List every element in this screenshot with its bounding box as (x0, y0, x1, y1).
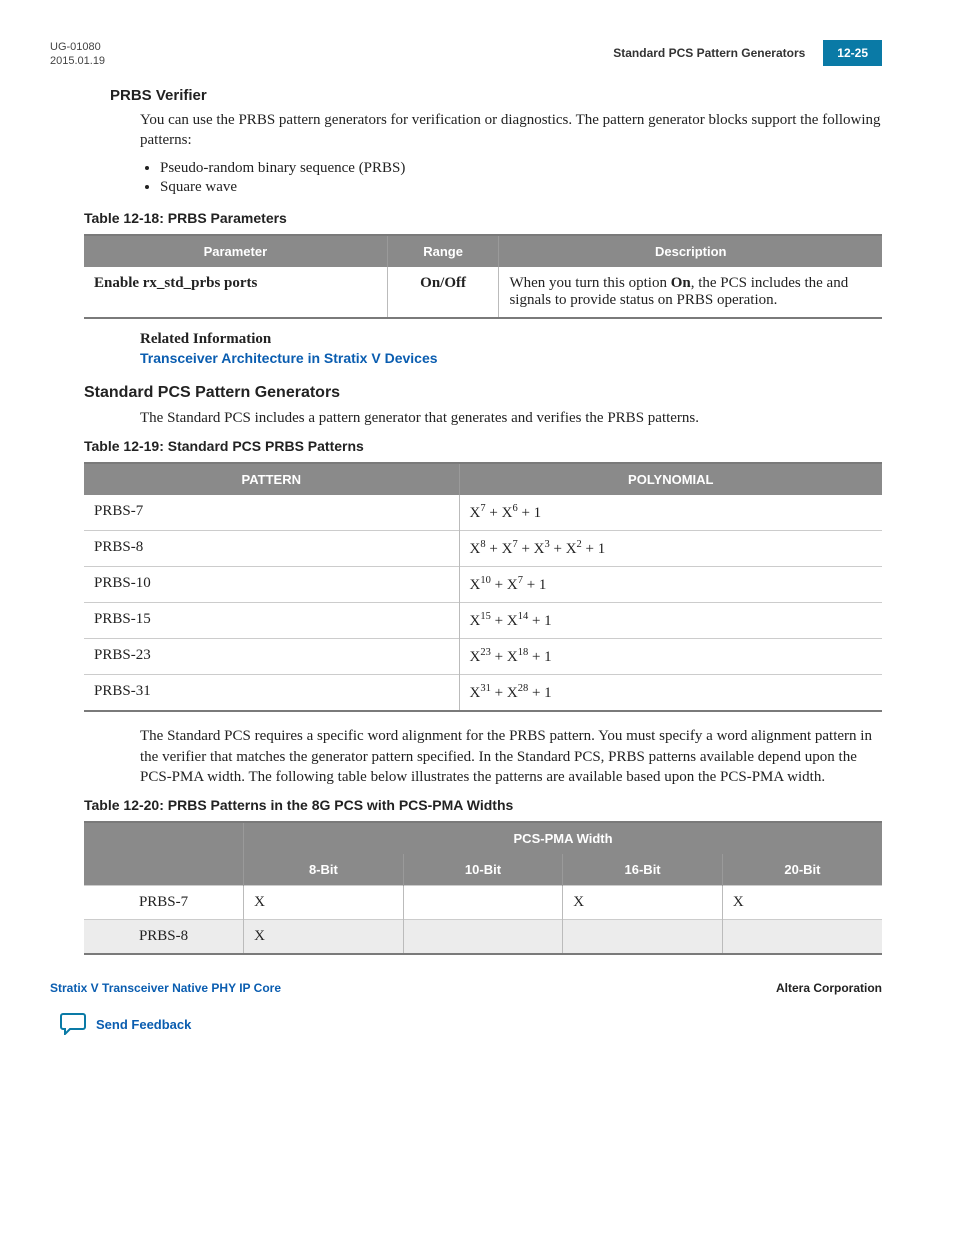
col-8bit: 8-Bit (244, 854, 404, 886)
width-cell (403, 886, 563, 920)
polynomial-cell: X7 + X6 + 1 (459, 495, 882, 531)
related-info-label: Related Information (140, 331, 882, 348)
table-row: Enable rx_std_prbs ports On/Off When you… (84, 267, 882, 318)
table-row: PRBS-10X10 + X7 + 1 (84, 567, 882, 603)
table-20: PCS-PMA Width 8-Bit 10-Bit 16-Bit 20-Bit… (84, 821, 882, 955)
prbs-bullet-list: Pseudo-random binary sequence (PRBS) Squ… (160, 160, 882, 196)
table-row: PRBS-15X15 + X14 + 1 (84, 603, 882, 639)
width-cell: X (244, 920, 404, 955)
col-parameter: Parameter (84, 235, 387, 267)
table-row: PRBS-23X23 + X18 + 1 (84, 639, 882, 675)
doc-id: UG-01080 (50, 40, 105, 54)
pattern-cell: PRBS-7 (84, 495, 459, 531)
footer-left-link[interactable]: Stratix V Transceiver Native PHY IP Core (50, 981, 281, 995)
col-empty (84, 822, 244, 886)
table-18-caption: Table 12-18: PRBS Parameters (84, 210, 882, 226)
send-feedback-label: Send Feedback (96, 1017, 191, 1032)
pattern-cell: PRBS-23 (84, 639, 459, 675)
table-row: PRBS-31X31 + X28 + 1 (84, 675, 882, 712)
table-row: PRBS-7X7 + X6 + 1 (84, 495, 882, 531)
table-row: PRBS-8X8 + X7 + X3 + X2 + 1 (84, 531, 882, 567)
pattern-cell: PRBS-31 (84, 675, 459, 712)
width-cell (563, 920, 723, 955)
polynomial-cell: X10 + X7 + 1 (459, 567, 882, 603)
param-cell: Enable rx_std_prbs ports (84, 267, 387, 318)
polynomial-cell: X31 + X28 + 1 (459, 675, 882, 712)
prbs-verifier-intro: You can use the PRBS pattern generators … (140, 110, 882, 151)
width-cell: X (244, 886, 404, 920)
table-19-caption: Table 12-19: Standard PCS PRBS Patterns (84, 438, 882, 454)
after-table-19-text: The Standard PCS requires a specific wor… (140, 726, 882, 787)
col-description: Description (499, 235, 882, 267)
send-feedback-link[interactable]: Send Feedback (60, 1013, 882, 1035)
table-header-row: Parameter Range Description (84, 235, 882, 267)
width-cell: X (722, 886, 882, 920)
col-20bit: 20-Bit (722, 854, 882, 886)
table-row: PRBS-7XXX (84, 886, 882, 920)
list-item: Pseudo-random binary sequence (PRBS) (160, 160, 882, 177)
col-pattern: PATTERN (84, 463, 459, 495)
page-number-badge: 12-25 (823, 40, 882, 66)
prbs-verifier-heading: PRBS Verifier (110, 87, 882, 104)
header-right: Standard PCS Pattern Generators 12-25 (613, 40, 882, 66)
pattern-cell: PRBS-8 (84, 531, 459, 567)
header-left: UG-01080 2015.01.19 (50, 40, 105, 69)
pattern-cell: PRBS-15 (84, 603, 459, 639)
doc-date: 2015.01.19 (50, 54, 105, 68)
table-header-row: PCS-PMA Width (84, 822, 882, 854)
section-intro: The Standard PCS includes a pattern gene… (140, 408, 882, 428)
col-10bit: 10-Bit (403, 854, 563, 886)
page-header: UG-01080 2015.01.19 Standard PCS Pattern… (50, 40, 882, 69)
table-row: PRBS-8X (84, 920, 882, 955)
pattern-name-cell: PRBS-7 (84, 886, 244, 920)
related-info-link[interactable]: Transceiver Architecture in Stratix V De… (140, 350, 882, 366)
footer-right: Altera Corporation (776, 981, 882, 995)
width-cell (403, 920, 563, 955)
width-cell (722, 920, 882, 955)
table-header-row: PATTERN POLYNOMIAL (84, 463, 882, 495)
polynomial-cell: X8 + X7 + X3 + X2 + 1 (459, 531, 882, 567)
list-item: Square wave (160, 179, 882, 196)
col-range: Range (387, 235, 499, 267)
range-cell: On/Off (387, 267, 499, 318)
page-footer: Stratix V Transceiver Native PHY IP Core… (50, 981, 882, 995)
speech-bubble-icon (60, 1013, 86, 1035)
col-polynomial: POLYNOMIAL (459, 463, 882, 495)
table-19: PATTERN POLYNOMIAL PRBS-7X7 + X6 + 1PRBS… (84, 462, 882, 712)
table-20-caption: Table 12-20: PRBS Patterns in the 8G PCS… (84, 797, 882, 813)
polynomial-cell: X23 + X18 + 1 (459, 639, 882, 675)
width-cell: X (563, 886, 723, 920)
table-18: Parameter Range Description Enable rx_st… (84, 234, 882, 319)
col-group-pcs-pma: PCS-PMA Width (244, 822, 882, 854)
pattern-name-cell: PRBS-8 (84, 920, 244, 955)
running-title: Standard PCS Pattern Generators (613, 46, 823, 60)
polynomial-cell: X15 + X14 + 1 (459, 603, 882, 639)
col-16bit: 16-Bit (563, 854, 723, 886)
section-heading: Standard PCS Pattern Generators (84, 384, 882, 402)
desc-cell: When you turn this option On, the PCS in… (499, 267, 882, 318)
pattern-cell: PRBS-10 (84, 567, 459, 603)
